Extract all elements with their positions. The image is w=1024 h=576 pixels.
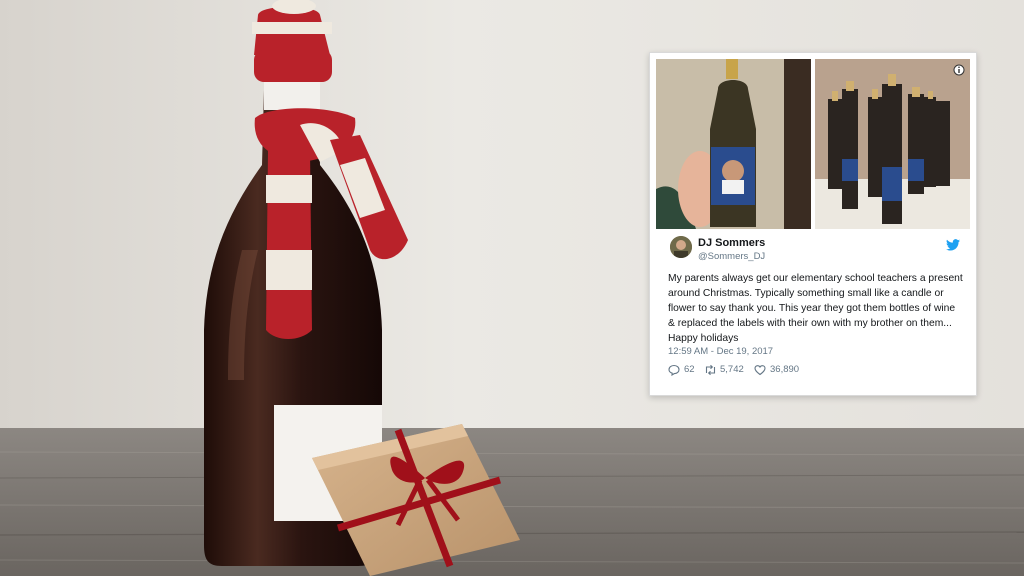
heart-icon	[754, 365, 766, 376]
display-name[interactable]: DJ Sommers	[698, 237, 765, 249]
retweet-icon	[705, 364, 716, 376]
reply-count: 62	[684, 364, 695, 375]
embedded-tweet-card[interactable]: DJ Sommers @Sommers_DJ My parents always…	[649, 52, 977, 396]
tweet-timestamp[interactable]: 12:59 AM - Dec 19, 2017	[668, 346, 773, 357]
reply-icon	[668, 364, 680, 376]
wooden-table	[0, 428, 1024, 576]
tweet-photos[interactable]	[656, 59, 970, 229]
avatar[interactable]	[670, 236, 692, 258]
like-count: 36,890	[770, 364, 800, 375]
user-handle[interactable]: @Sommers_DJ	[698, 251, 765, 262]
info-icon[interactable]	[953, 64, 965, 76]
twitter-bird-icon[interactable]	[946, 239, 960, 251]
retweet-count: 5,742	[720, 364, 744, 375]
tweet-text: My parents always get our elementary sch…	[668, 273, 963, 344]
tweet-header: DJ Sommers @Sommers_DJ	[670, 234, 962, 268]
